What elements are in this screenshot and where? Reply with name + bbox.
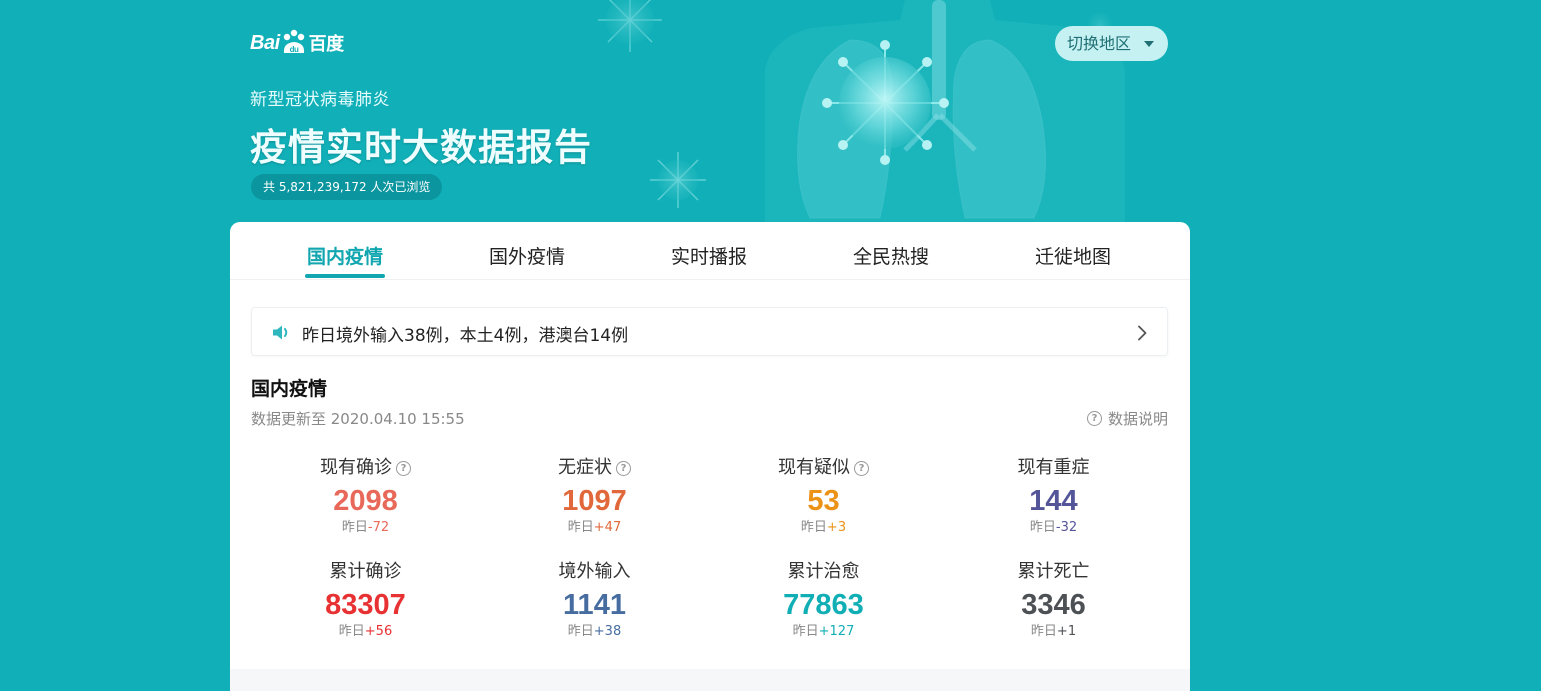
stat-total-confirmed: 累计确诊 83307 昨日+56	[251, 559, 480, 641]
stat-total-recovered: 累计治愈 77863 昨日+127	[709, 559, 938, 641]
stat-delta: +56	[364, 624, 393, 639]
view-count-badge: 共 5,821,239,172 人次已浏览	[251, 174, 443, 200]
stat-delta: +47	[593, 520, 622, 535]
stat-value: 1141	[563, 589, 626, 621]
help-icon[interactable]: ?	[396, 460, 411, 476]
paw-icon: du	[283, 29, 304, 54]
stat-label: 现有重症	[1017, 457, 1090, 478]
logo-cn-text: 百度	[308, 34, 345, 54]
stat-value: 3346	[1021, 589, 1086, 621]
stat-delta-prefix: 昨日	[567, 520, 594, 535]
notice-text: 昨日境外输入38例，本土4例，港澳台14例	[302, 326, 629, 346]
chevron-right-icon	[1138, 325, 1147, 341]
stat-current-confirmed: 现有确诊? 2098 昨日-72	[251, 455, 480, 537]
switch-region-button[interactable]: 切换地区	[1055, 26, 1168, 61]
tab-migration-map[interactable]: 迁徙地图	[982, 242, 1164, 269]
data-note-link[interactable]: ? 数据说明	[1086, 408, 1168, 429]
stat-imported: 境外输入 1141 昨日+38	[480, 559, 709, 641]
active-tab-indicator	[305, 274, 385, 278]
page-subtitle: 新型冠状病毒肺炎	[250, 90, 390, 110]
stat-delta-prefix: 昨日	[1029, 520, 1056, 535]
help-icon[interactable]: ?	[854, 460, 869, 476]
tab-domestic[interactable]: 国内疫情	[254, 242, 436, 269]
caret-down-icon	[1144, 41, 1154, 47]
stat-label: 无症状	[558, 457, 612, 478]
stat-label: 累计确诊	[329, 561, 402, 582]
tab-bar: 国内疫情 国外疫情 实时播报 全民热搜 迁徙地图	[230, 222, 1190, 280]
stat-value: 83307	[325, 589, 406, 621]
speaker-icon	[273, 325, 288, 340]
stat-label: 累计治愈	[787, 561, 860, 582]
stat-value: 2098	[333, 485, 398, 517]
stat-value: 1097	[562, 485, 627, 517]
stat-label: 现有疑似	[778, 457, 850, 478]
question-icon: ?	[1086, 411, 1102, 426]
stat-delta-prefix: 昨日	[338, 624, 365, 639]
notice-bar[interactable]: 昨日境外输入38例，本土4例，港澳台14例	[251, 307, 1168, 356]
stat-value: 77863	[783, 589, 864, 621]
stat-delta: +38	[593, 624, 622, 639]
stat-delta: -32	[1055, 520, 1078, 535]
page: Bai du 百度 新型冠状病毒肺炎 疫情实时大数据报告 共 5,821,239…	[0, 0, 1541, 691]
stat-delta-prefix: 昨日	[792, 624, 819, 639]
logo-bai-text: Bai	[250, 31, 280, 54]
stat-delta-prefix: 昨日	[567, 624, 594, 639]
stat-label: 现有确诊	[320, 457, 392, 478]
stat-value: 53	[807, 485, 840, 517]
data-note-label: 数据说明	[1107, 410, 1168, 428]
main-card: 国内疫情 国外疫情 实时播报 全民热搜 迁徙地图 昨日境外输入38例，本土4例，…	[230, 222, 1190, 691]
stat-delta-prefix: 昨日	[1030, 624, 1057, 639]
section-divider	[230, 669, 1190, 691]
stat-delta-prefix: 昨日	[341, 520, 368, 535]
section-title: 国内疫情	[251, 378, 328, 400]
tab-live-broadcast[interactable]: 实时播报	[618, 242, 800, 269]
page-title: 疫情实时大数据报告	[250, 126, 592, 169]
stat-label: 累计死亡	[1017, 561, 1090, 582]
tab-hot-search[interactable]: 全民热搜	[800, 242, 982, 269]
logo-du-text: du	[289, 45, 298, 54]
stat-current-severe: 现有重症 144 昨日-32	[939, 455, 1168, 537]
stat-current-suspected: 现有疑似? 53 昨日+3	[709, 455, 938, 537]
stat-delta-prefix: 昨日	[800, 520, 827, 535]
baidu-logo[interactable]: Bai du 百度	[250, 28, 344, 58]
tab-overseas[interactable]: 国外疫情	[436, 242, 618, 269]
stat-delta: +3	[826, 520, 847, 535]
stat-delta: -72	[367, 520, 390, 535]
stat-value: 144	[1029, 485, 1078, 517]
switch-region-label: 切换地区	[1067, 34, 1132, 53]
stat-delta: +127	[818, 624, 855, 639]
stat-asymptomatic: 无症状? 1097 昨日+47	[480, 455, 709, 537]
stat-total-deaths: 累计死亡 3346 昨日+1	[939, 559, 1168, 641]
stat-delta: +1	[1056, 624, 1077, 639]
help-icon[interactable]: ?	[616, 460, 631, 476]
update-time: 数据更新至 2020.04.10 15:55	[251, 410, 465, 428]
stat-label: 境外输入	[558, 561, 631, 582]
